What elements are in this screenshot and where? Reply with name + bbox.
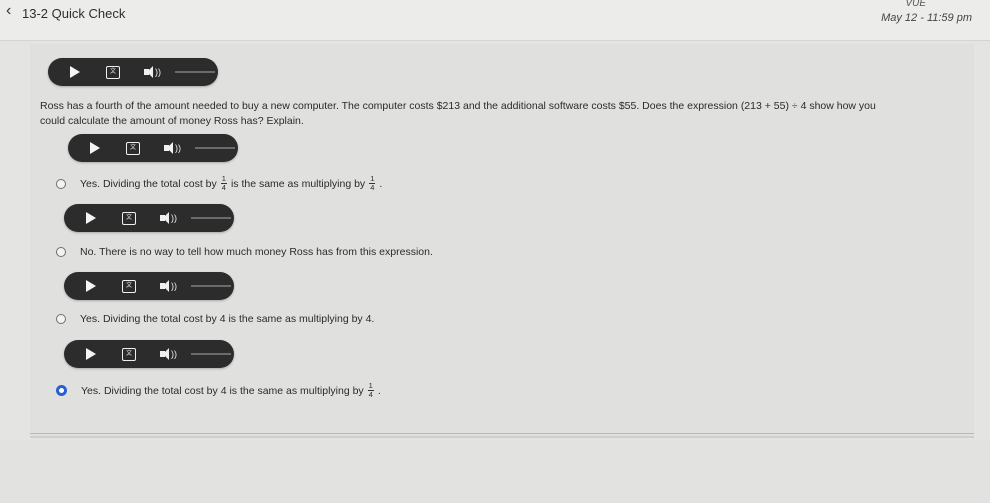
choice-d-audio-player: 文 )) — [64, 340, 234, 368]
translate-icon[interactable]: 文 — [122, 347, 136, 361]
fraction: 14 — [369, 174, 376, 192]
question-audio-player: 文 )) — [48, 58, 218, 86]
translate-icon[interactable]: 文 — [106, 65, 120, 79]
choice-b[interactable]: No. There is no way to tell how much mon… — [56, 246, 433, 258]
choice-a-audio-player: 文 )) — [68, 134, 238, 162]
divider — [30, 433, 974, 434]
play-icon[interactable] — [90, 142, 100, 154]
fraction: 14 — [367, 381, 374, 399]
volume-icon[interactable]: )) — [160, 348, 177, 360]
meta-label: VUE — [905, 0, 926, 9]
audio-progress-track[interactable] — [195, 147, 235, 149]
choice-a[interactable]: Yes. Dividing the total cost by 14 is th… — [56, 175, 382, 192]
play-icon[interactable] — [86, 212, 96, 224]
audio-progress-track[interactable] — [175, 71, 215, 73]
radio-button[interactable] — [56, 314, 66, 324]
translate-icon[interactable]: 文 — [126, 141, 140, 155]
play-icon[interactable] — [70, 66, 80, 78]
choice-d[interactable]: Yes. Dividing the total cost by 4 is the… — [56, 382, 381, 399]
radio-button[interactable] — [56, 178, 66, 189]
translate-icon[interactable]: 文 — [122, 279, 136, 293]
volume-icon[interactable]: )) — [160, 212, 177, 224]
due-date: May 12 - 11:59 pm — [881, 12, 972, 24]
choice-c[interactable]: Yes. Dividing the total cost by 4 is the… — [56, 313, 374, 325]
choice-c-audio-player: 文 )) — [64, 272, 234, 300]
chevron-left-icon[interactable]: ‹ — [6, 2, 11, 20]
play-icon[interactable] — [86, 348, 96, 360]
volume-icon[interactable]: )) — [164, 142, 181, 154]
volume-icon[interactable]: )) — [160, 280, 177, 292]
radio-button-selected[interactable] — [56, 385, 67, 396]
translate-icon[interactable]: 文 — [122, 211, 136, 225]
top-bar: ‹ 13-2 Quick Check VUE May 12 - 11:59 pm — [0, 0, 990, 41]
audio-progress-track[interactable] — [191, 353, 231, 355]
volume-icon[interactable]: )) — [144, 66, 161, 78]
radio-button[interactable] — [56, 247, 66, 257]
audio-progress-track[interactable] — [191, 217, 231, 219]
audio-progress-track[interactable] — [191, 285, 231, 287]
question-text: Ross has a fourth of the amount needed t… — [40, 100, 876, 127]
fraction: 14 — [220, 174, 227, 192]
choice-b-audio-player: 文 )) — [64, 204, 234, 232]
footer-area — [0, 440, 990, 503]
page-title: 13-2 Quick Check — [22, 6, 126, 21]
play-icon[interactable] — [86, 280, 96, 292]
